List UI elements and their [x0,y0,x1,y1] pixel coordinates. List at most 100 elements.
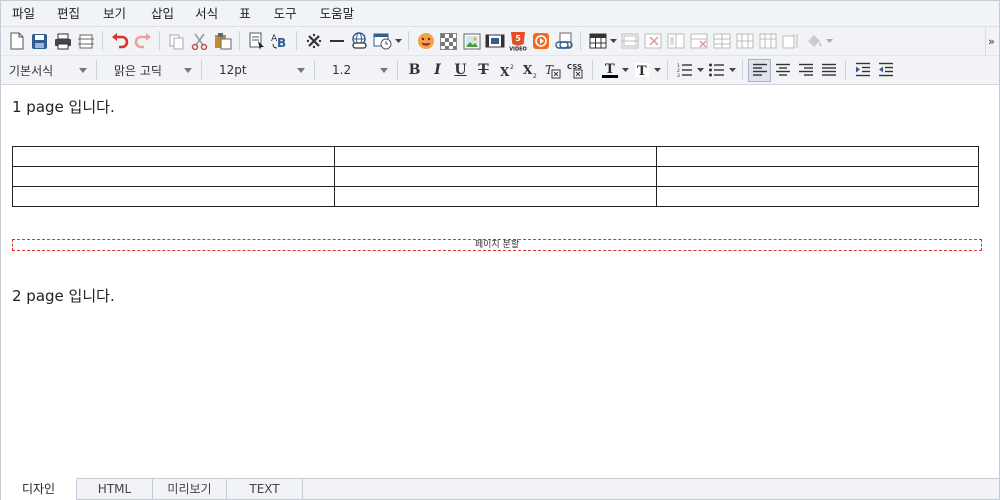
menu-help[interactable]: 도움말 [306,2,364,26]
menu-table[interactable]: 표 [227,2,260,26]
date-time-icon[interactable] [371,30,394,53]
table-cell[interactable] [656,166,979,187]
menu-format[interactable]: 서식 [183,2,227,26]
ordered-list-icon[interactable]: 123 [673,59,696,82]
table-cell[interactable] [334,166,657,187]
toolbar-separator [580,31,581,51]
table-cell[interactable] [334,186,657,207]
image-icon[interactable] [460,30,483,53]
menu-bar: 파일 편집 보기 삽입 서식 표 도구 도움말 [1,1,999,27]
find-replace-icon[interactable]: BA [268,30,291,53]
paragraph-page-2[interactable]: 2 page 입니다. [12,285,115,306]
align-right-icon[interactable] [794,59,817,82]
copy-icon[interactable] [165,30,188,53]
toolbar-separator [397,60,398,80]
bold-icon[interactable]: B [403,59,426,82]
col-delete-icon[interactable] [756,30,779,53]
ordered-list-dropdown-arrow[interactable] [696,59,705,82]
menu-insert[interactable]: 삽입 [135,2,183,26]
outdent-icon[interactable] [874,59,897,82]
cell-props-icon[interactable] [779,30,802,53]
row-insert-icon[interactable] [710,30,733,53]
cell-split-icon[interactable] [664,30,687,53]
table-dropdown-arrow[interactable] [609,30,618,53]
new-document-icon[interactable] [5,30,28,53]
font-color-dropdown-arrow[interactable] [621,59,630,82]
paragraph-page-1[interactable]: 1 page 입니다. [12,96,115,117]
media-icon[interactable] [483,30,506,53]
print-icon[interactable] [51,30,74,53]
underline-icon[interactable]: U [449,59,472,82]
document-table[interactable] [12,146,979,207]
page-setup-icon[interactable] [74,30,97,53]
chevron-down-icon [380,67,388,73]
font-color-icon[interactable]: T [598,59,621,82]
background-icon[interactable] [437,30,460,53]
fill-color-dropdown-arrow[interactable] [825,30,834,53]
menu-view[interactable]: 보기 [89,2,135,26]
paste-icon[interactable] [211,30,234,53]
svg-text:2: 2 [510,64,514,71]
editor-content-area[interactable]: 1 page 입니다. 페이지 분할 2 page 입니다. [1,86,999,478]
menu-file[interactable]: 파일 [3,2,44,26]
table-cell[interactable] [12,186,335,207]
font-size-select[interactable]: 12pt [213,59,309,81]
italic-icon[interactable]: I [426,59,449,82]
bookmark-icon[interactable] [552,30,575,53]
align-center-icon[interactable] [771,59,794,82]
background-color-icon[interactable]: T [630,59,653,82]
fill-color-icon[interactable] [802,30,825,53]
toolbar-separator [845,60,846,80]
paragraph-style-select[interactable]: 기본서식 [3,59,91,81]
date-dropdown-arrow[interactable] [394,30,403,53]
cell-delete-icon[interactable] [641,30,664,53]
menu-edit[interactable]: 편집 [44,2,89,26]
cell-merge-icon[interactable] [618,30,641,53]
link-icon[interactable] [348,30,371,53]
strikethrough-icon[interactable]: T [472,59,495,82]
undo-icon[interactable] [108,30,131,53]
tab-preview[interactable]: 미리보기 [153,479,227,500]
font-family-select[interactable]: 맑은 고딕 [108,59,196,81]
horizontal-line-icon[interactable] [325,30,348,53]
superscript-icon[interactable]: X2 [495,59,518,82]
tab-html[interactable]: HTML [77,479,153,500]
indent-icon[interactable] [851,59,874,82]
unordered-list-icon[interactable] [705,59,728,82]
table-row [12,146,979,167]
toolbar-separator [667,60,668,80]
cut-icon[interactable] [188,30,211,53]
table-cell[interactable] [334,146,657,167]
css-style-icon[interactable]: CSS [564,59,587,82]
align-left-icon[interactable] [748,58,771,82]
redo-icon[interactable] [131,30,154,53]
video-icon[interactable]: 5 VIDEO [506,30,529,53]
row-delete-icon[interactable] [687,30,710,53]
background-color-dropdown-arrow[interactable] [653,59,662,82]
toolbar-overflow-icon[interactable]: » [985,27,997,56]
toolbar-separator [201,60,202,80]
col-insert-icon[interactable] [733,30,756,53]
flash-icon[interactable] [529,30,552,53]
select-all-icon[interactable] [245,30,268,53]
subscript-icon[interactable]: X2 [518,59,541,82]
save-icon[interactable] [28,30,51,53]
toolbar-separator [408,31,409,51]
special-char-icon[interactable] [302,30,325,53]
emoticon-icon[interactable] [414,30,437,53]
menu-tools[interactable]: 도구 [260,2,306,26]
unordered-list-dropdown-arrow[interactable] [728,59,737,82]
tab-design[interactable]: 디자인 [1,478,77,500]
toolbar-main: BA 5 VIDEO » [1,27,999,56]
align-justify-icon[interactable] [817,59,840,82]
line-height-select[interactable]: 1.2 [326,59,392,81]
table-cell[interactable] [656,186,979,207]
clear-format-icon[interactable]: T [541,59,564,82]
table-cell[interactable] [12,146,335,167]
page-break-marker[interactable]: 페이지 분할 [12,239,982,251]
table-icon[interactable] [586,30,609,53]
svg-text:3: 3 [677,73,680,78]
table-cell[interactable] [12,166,335,187]
table-cell[interactable] [656,146,979,167]
tab-text[interactable]: TEXT [227,479,303,500]
